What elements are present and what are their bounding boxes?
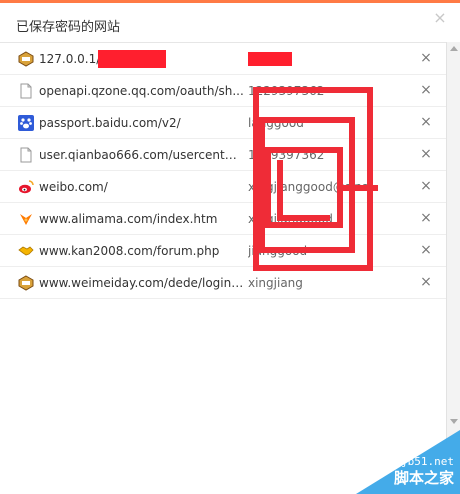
redaction-scribble	[253, 87, 378, 271]
watermark-logo: jb51.net 脚本之家	[356, 430, 460, 494]
watermark-brand: 脚本之家	[393, 469, 454, 487]
